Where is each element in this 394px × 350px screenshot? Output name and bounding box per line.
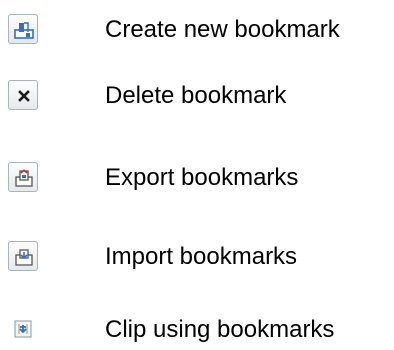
clip-bookmarks-icon — [14, 320, 32, 338]
clip-bookmarks-button[interactable] — [8, 314, 38, 344]
legend-row-delete: Delete bookmark — [0, 76, 394, 116]
import-bookmarks-icon — [15, 249, 33, 266]
delete-bookmark-button[interactable] — [8, 80, 38, 110]
legend-row-export: Export bookmarks — [0, 158, 394, 198]
create-bookmark-icon — [14, 22, 34, 39]
export-bookmarks-button[interactable] — [8, 162, 38, 192]
delete-bookmark-label: Delete bookmark — [105, 82, 287, 109]
delete-bookmark-icon — [18, 90, 30, 102]
legend-row-create: Create new bookmark — [0, 10, 394, 50]
import-bookmarks-button[interactable] — [8, 241, 38, 271]
clip-bookmarks-label: Clip using bookmarks — [105, 316, 335, 343]
legend-row-import: Import bookmarks — [0, 237, 394, 277]
create-bookmark-label: Create new bookmark — [105, 16, 340, 43]
bookmark-toolbar-legend: Create new bookmark Delete bookmark Expo… — [0, 0, 394, 347]
legend-row-clip: Clip using bookmarks — [0, 310, 394, 350]
import-bookmarks-label: Import bookmarks — [105, 243, 298, 270]
create-bookmark-button[interactable] — [8, 14, 38, 44]
export-bookmarks-label: Export bookmarks — [105, 164, 299, 191]
export-bookmarks-icon — [15, 169, 33, 187]
